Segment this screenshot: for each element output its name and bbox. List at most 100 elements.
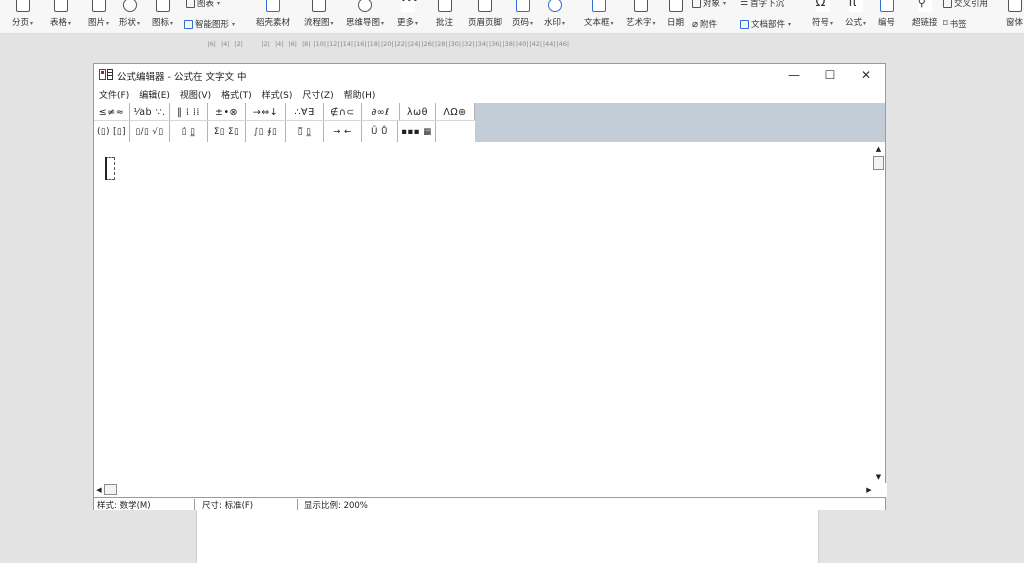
text-cursor	[105, 157, 107, 180]
ribbon-toolbar: 分页▾ 表格▾ 图片▾ 形状▾ 图标▾ 图表 ▾ 智能图形 ▾ 稻壳素材 流程图▾ …	[0, 0, 1024, 34]
scroll-left-arrow-icon[interactable]: ◀	[94, 483, 104, 497]
product-templates[interactable]: Ũ Ů	[362, 121, 398, 142]
ruler-tick: |8|	[301, 40, 311, 48]
misc-symbols-palette[interactable]: ∂∞ℓ	[362, 103, 400, 121]
spaces-ellipses-palette[interactable]: ⅟ab ∵.	[130, 103, 170, 121]
scroll-up-arrow-icon[interactable]: ▲	[872, 143, 885, 155]
ribbon-textbox[interactable]: 文本框▾	[584, 0, 614, 28]
ribbon-header-footer[interactable]: 页眉页脚	[468, 0, 502, 28]
ribbon-icons[interactable]: 图标▾	[152, 0, 173, 28]
ribbon-shape[interactable]: 形状▾	[119, 0, 140, 28]
ribbon-picture[interactable]: 图片▾	[88, 0, 109, 28]
ribbon-attachment[interactable]: ⌀ 附件	[692, 18, 718, 31]
template-palette-toolbar: (▯) [▯] ▯/▯ √▯ ▯̇ ▯̲ Σ▯ Σ▯ ∫▯ ∮▯ ▯̅ ▯̲ →…	[94, 121, 885, 142]
ribbon-smart-graphic[interactable]: 智能图形 ▾	[184, 18, 235, 30]
ribbon-page-number[interactable]: 页码▾	[512, 0, 533, 28]
ruler-tick: |4|	[274, 40, 284, 48]
ruler-tick: |26|	[421, 40, 435, 48]
menu-format[interactable]: 格式(T)	[221, 88, 252, 101]
ruler-tick: |12|	[326, 40, 340, 48]
title-bar[interactable]: 公式编辑器 - 公式在 文字文 中 — ☐ ✕	[94, 64, 885, 86]
ribbon-label: 文本框	[584, 18, 610, 28]
formula-edit-area[interactable]	[94, 143, 873, 483]
menu-style[interactable]: 样式(S)	[262, 88, 293, 101]
ribbon-label: 更多	[397, 18, 415, 28]
ribbon-label: 图表	[197, 0, 215, 9]
menu-view[interactable]: 视图(V)	[180, 88, 211, 101]
relations-palette[interactable]: ≤≠≈	[94, 103, 130, 121]
operators-palette[interactable]: ±•⊗	[208, 103, 246, 121]
labeled-arrow-templates[interactable]: → ←	[324, 121, 362, 142]
menu-file[interactable]: 文件(F)	[99, 88, 129, 101]
scroll-down-arrow-icon[interactable]: ▼	[872, 471, 885, 483]
ribbon-table[interactable]: 表格▾	[50, 0, 71, 28]
ruler-tick: |22|	[394, 40, 408, 48]
symbol-palette-toolbar: ≤≠≈ ⅟ab ∵. ‖ ⁞ ⁞⁞ ±•⊗ →⇔↓ ∴∀∃ ∉∩⊂ ∂∞ℓ λω…	[94, 103, 885, 121]
status-zoom[interactable]: 显示比例: 200%	[304, 499, 368, 511]
vertical-scroll-thumb[interactable]	[873, 156, 884, 170]
embellishments-palette[interactable]: ‖ ⁞ ⁞⁞	[170, 103, 208, 121]
ribbon-symbol[interactable]: Ω 符号▾	[812, 0, 833, 28]
ribbon-date[interactable]: 日期	[667, 0, 684, 28]
horizontal-ruler[interactable]: |6| |4| |2| |2| |4| |6| |8| |10| |12| |14| |16| |18…	[205, 38, 815, 50]
ribbon-formula[interactable]: π 公式▾	[845, 0, 866, 28]
arrows-palette[interactable]: →⇔↓	[246, 103, 286, 121]
status-bar: 样式: 数学(M) 尺寸: 标准(F) 显示比例: 200%	[94, 497, 885, 511]
set-theory-palette[interactable]: ∉∩⊂	[324, 103, 362, 121]
ribbon-label: 流程图	[304, 18, 330, 28]
formula-editor-window: 公式编辑器 - 公式在 文字文 中 — ☐ ✕ 文件(F) 编辑(E) 视图(V…	[93, 63, 887, 511]
ribbon-label: 首字下沉	[750, 0, 785, 9]
integral-templates[interactable]: ∫▯ ∮▯	[246, 121, 286, 142]
ribbon-docer-material[interactable]: 稻壳素材	[256, 0, 290, 28]
ribbon-hyperlink[interactable]: ⚲ 超链接	[912, 0, 938, 28]
logic-palette[interactable]: ∴∀∃	[286, 103, 324, 121]
fraction-radical-templates[interactable]: ▯/▯ √▯	[130, 121, 170, 142]
script-templates[interactable]: ▯̇ ▯̲	[170, 121, 208, 142]
greek-upper-palette[interactable]: ΛΩ⊛	[436, 103, 475, 121]
ribbon-numbering[interactable]: 编号	[878, 0, 895, 28]
drop-cap-icon: ☰	[740, 0, 749, 8]
ruler-tick: |28|	[434, 40, 448, 48]
greek-lower-palette[interactable]: λωθ	[400, 103, 436, 121]
matrix-templates[interactable]: ▪▪▪ ▦	[398, 121, 436, 142]
scroll-right-arrow-icon[interactable]: ▶	[864, 483, 874, 497]
doc-parts-icon	[740, 19, 749, 29]
status-size[interactable]: 尺寸: 标准(F)	[202, 499, 298, 511]
menu-size[interactable]: 尺寸(Z)	[302, 88, 333, 101]
ribbon-bookmark[interactable]: ⌑ 书签	[943, 18, 967, 30]
minimize-button[interactable]: —	[776, 65, 812, 85]
ribbon-chart[interactable]: 图表 ▾	[186, 0, 220, 9]
ribbon-label: 日期	[667, 18, 685, 28]
ribbon-comment[interactable]: 批注	[436, 0, 453, 28]
ribbon-label: 分页	[12, 18, 30, 28]
ribbon-watermark[interactable]: 水印▾	[544, 0, 565, 28]
ribbon-drop-cap[interactable]: ☰ 首字下沉	[740, 0, 784, 9]
ribbon-label: 附件	[700, 20, 718, 30]
ribbon-more[interactable]: ••• 更多▾	[397, 0, 418, 28]
horizontal-scrollbar[interactable]: ◀ ▶	[94, 483, 887, 497]
menu-help[interactable]: 帮助(H)	[344, 88, 376, 101]
close-button[interactable]: ✕	[848, 65, 884, 85]
vertical-scrollbar[interactable]: ▲ ▼	[872, 143, 885, 483]
ribbon-doc-parts[interactable]: 文档部件 ▾	[740, 18, 791, 30]
ribbon-label: 水印	[544, 18, 562, 28]
bar-templates[interactable]: ▯̅ ▯̲	[286, 121, 324, 142]
ribbon-page-break[interactable]: 分页▾	[12, 0, 33, 28]
resize-grip-icon[interactable]	[874, 483, 887, 497]
horizontal-scroll-thumb[interactable]	[104, 484, 117, 495]
ribbon-label: 窗体	[1006, 18, 1024, 28]
maximize-button[interactable]: ☐	[812, 65, 848, 85]
ribbon-label: 超链接	[912, 18, 938, 28]
document-page[interactable]	[196, 508, 819, 563]
menu-edit[interactable]: 编辑(E)	[139, 88, 170, 101]
ribbon-mindmap[interactable]: 思维导图▾	[346, 0, 384, 28]
fence-templates[interactable]: (▯) [▯]	[94, 121, 130, 142]
ribbon-object[interactable]: 对象 ▾	[692, 0, 726, 9]
ribbon-wordart[interactable]: 艺术字▾	[626, 0, 656, 28]
ribbon-cross-ref[interactable]: 交叉引用	[943, 0, 988, 9]
ribbon-label: 艺术字	[626, 18, 652, 28]
ribbon-flowchart[interactable]: 流程图▾	[304, 0, 334, 28]
status-style[interactable]: 样式: 数学(M)	[97, 499, 195, 511]
summation-templates[interactable]: Σ▯ Σ▯	[208, 121, 246, 142]
ribbon-form[interactable]: 窗体	[1006, 0, 1023, 28]
